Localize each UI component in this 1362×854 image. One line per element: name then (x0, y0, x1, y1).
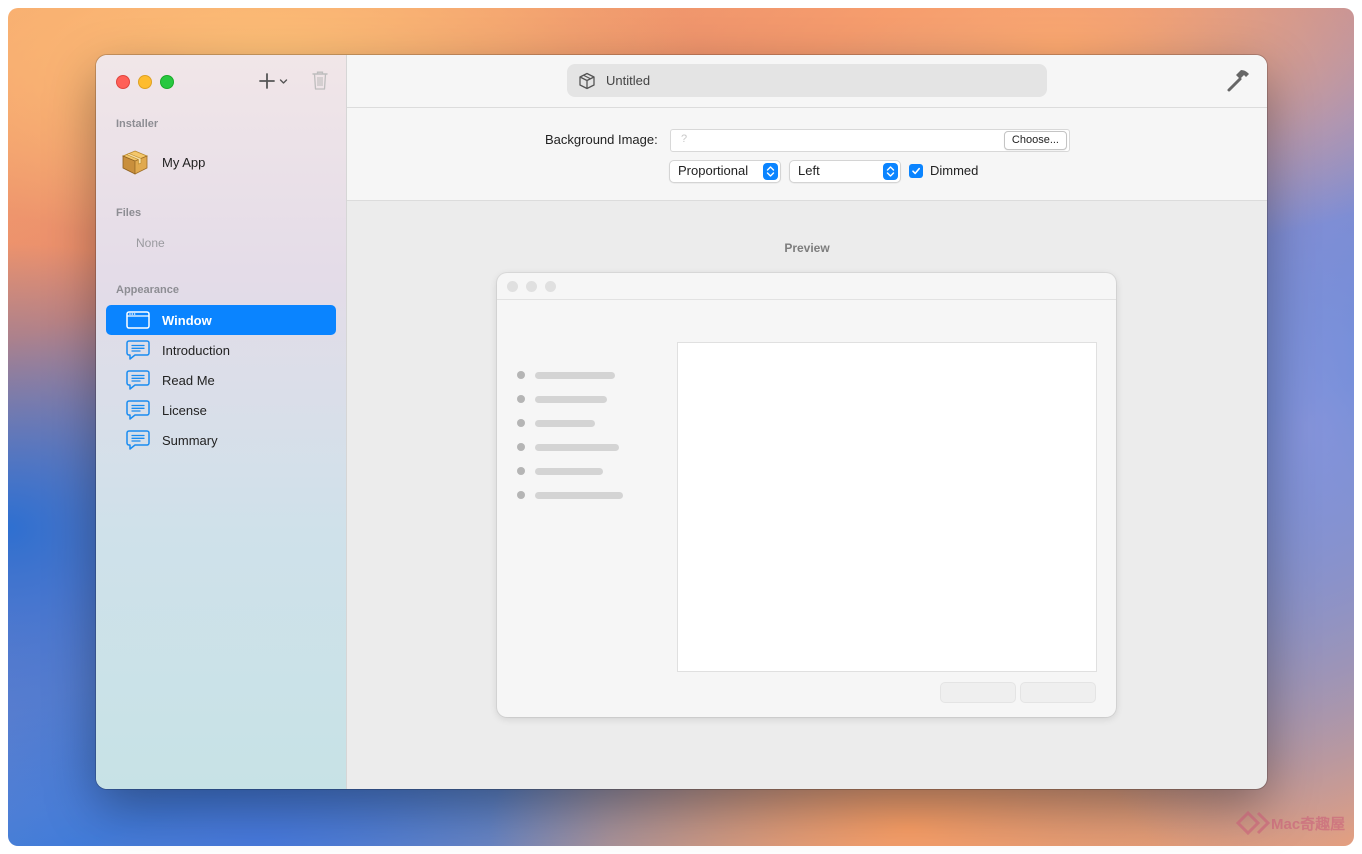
up-down-chevron-icon (883, 163, 898, 180)
sidebar-item-summary[interactable]: Summary (106, 425, 336, 455)
preview-label: Preview (784, 241, 830, 255)
sidebar: Installer My App Files None Appearance W… (96, 55, 347, 789)
preview-step-dot (517, 371, 525, 379)
window-icon (126, 309, 150, 331)
chevron-down-icon (279, 78, 288, 84)
delete-button[interactable] (310, 69, 330, 96)
up-down-chevron-icon (763, 163, 778, 180)
zoom-button[interactable] (160, 75, 174, 89)
preview-step-bar (535, 419, 595, 427)
sidebar-item-label: License (162, 402, 207, 418)
appearance-nav: Window Introduction Read Me License Summ… (106, 305, 336, 455)
sidebar-item-license[interactable]: License (106, 395, 336, 425)
sidebar-item-window[interactable]: Window (106, 305, 336, 335)
add-menu-button[interactable] (258, 70, 288, 92)
dimmed-checkbox[interactable] (909, 163, 923, 178)
installer-window-preview (497, 273, 1116, 717)
preview-dot (526, 281, 537, 292)
sidebar-item-read-me[interactable]: Read Me (106, 365, 336, 395)
dimmed-label: Dimmed (930, 163, 979, 178)
watermark-logo-icon (1235, 810, 1271, 836)
preview-step-bar (535, 395, 607, 403)
sidebar-item-label: Read Me (162, 372, 215, 388)
preview-titlebar (497, 273, 1116, 300)
watermark-text: Mac奇趣屋 (1271, 815, 1346, 833)
scaling-popup[interactable]: Proportional (669, 160, 781, 183)
choose-button[interactable]: Choose... (1003, 131, 1067, 150)
preview-window-controls (507, 281, 556, 292)
sidebar-item-introduction[interactable]: Introduction (106, 335, 336, 365)
preview-step-dot (517, 419, 525, 427)
app-window: Installer My App Files None Appearance W… (96, 55, 1267, 789)
sidebar-item-my-app[interactable]: My App (120, 145, 330, 179)
preview-step-bar (535, 443, 619, 451)
section-label-installer: Installer (116, 118, 159, 130)
preview-dot (545, 281, 556, 292)
dimmed-checkbox-row[interactable]: Dimmed (909, 163, 978, 178)
preview-step (517, 387, 623, 411)
preview-step-bar (535, 371, 615, 379)
alignment-popup[interactable]: Left (789, 160, 901, 183)
speech-bubble-icon (126, 399, 150, 421)
alignment-value: Left (798, 163, 820, 178)
speech-bubble-icon (126, 339, 150, 361)
window-controls (116, 75, 174, 89)
preview-step-dot (517, 395, 525, 403)
speech-bubble-icon (126, 429, 150, 451)
sidebar-item-label: Introduction (162, 342, 230, 358)
document-title: Untitled (606, 73, 651, 88)
toolbar: Untitled (347, 55, 1267, 108)
plus-icon (259, 73, 275, 89)
sidebar-item-label: My App (162, 154, 206, 170)
sidebar-item-label: Summary (162, 432, 218, 448)
preview-step (517, 459, 623, 483)
section-label-appearance: Appearance (116, 284, 179, 296)
preview-step-dot (517, 491, 525, 499)
package-icon (121, 150, 149, 175)
window-settings-panel: Background Image: ? Choose... Proportion… (347, 108, 1267, 201)
preview-step (517, 435, 623, 459)
preview-dot (507, 281, 518, 292)
preview-step (517, 411, 623, 435)
background-image-label: Background Image: (545, 132, 658, 147)
files-empty-label: None (136, 236, 165, 250)
section-label-files: Files (116, 207, 142, 219)
minimize-button[interactable] (138, 75, 152, 89)
hammer-icon (1227, 70, 1249, 92)
trash-icon (312, 71, 328, 90)
checkmark-icon (912, 167, 920, 174)
build-button[interactable] (1225, 68, 1251, 99)
preview-step-dot (517, 467, 525, 475)
preview-content-area (677, 342, 1097, 672)
preview-back-button (940, 682, 1016, 703)
image-placeholder: ? (681, 133, 688, 145)
scaling-value: Proportional (678, 163, 749, 178)
preview-continue-button (1020, 682, 1096, 703)
background-image-well[interactable]: ? Choose... (670, 129, 1070, 152)
cube-icon (578, 72, 596, 90)
preview-step-list (517, 363, 623, 507)
document-title-field[interactable]: Untitled (567, 64, 1047, 97)
sidebar-item-label: Window (162, 312, 212, 328)
close-button[interactable] (116, 75, 130, 89)
preview-step-bar (535, 491, 623, 499)
preview-step-bar (535, 467, 603, 475)
preview-step (517, 483, 623, 507)
speech-bubble-icon (126, 369, 150, 391)
preview-step-dot (517, 443, 525, 451)
preview-step (517, 363, 623, 387)
watermark: Mac奇趣屋 (1235, 810, 1345, 836)
